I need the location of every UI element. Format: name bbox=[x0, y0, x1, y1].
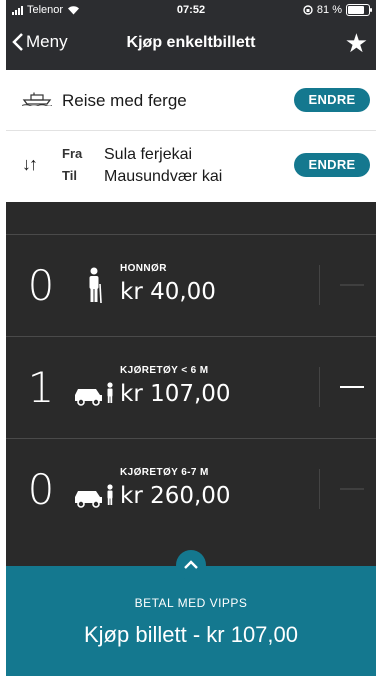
ticket-price: kr 107,00 bbox=[120, 381, 231, 407]
page-title: Kjøp enkeltbillett bbox=[126, 34, 256, 51]
chevron-up-icon[interactable] bbox=[176, 550, 206, 580]
status-bar: Telenor 07:52 81 % bbox=[6, 0, 376, 20]
navigation-bar: Meny Kjøp enkeltbillett ★ bbox=[6, 24, 376, 70]
swap-direction-icon[interactable]: ↓↑ bbox=[22, 154, 38, 175]
change-route-button[interactable]: ENDRE bbox=[294, 153, 370, 177]
minus-icon bbox=[340, 488, 364, 490]
ticket-name: HONNØR bbox=[120, 263, 167, 274]
app-screen: Telenor 07:52 81 % Meny Kjøp enkeltbille… bbox=[0, 0, 380, 676]
ticket-name: KJØRETØY 6-7 M bbox=[120, 467, 209, 478]
ticket-price: kr 260,00 bbox=[120, 483, 231, 509]
top-bar: Telenor 07:52 81 % Meny Kjøp enkeltbille… bbox=[6, 0, 376, 70]
ticket-row-vehicle-6-7m: 0 KJØRETØY 6-7 M kr 260,00 bbox=[6, 438, 376, 541]
from-value: Sula ferjekai bbox=[104, 146, 193, 163]
orientation-lock-icon bbox=[303, 5, 313, 15]
buy-label: Kjøp billett - kr 107,00 bbox=[6, 622, 376, 648]
star-icon[interactable]: ★ bbox=[345, 30, 368, 56]
ticket-list: 0 HONNØR kr 40,00 1 KJØRETØY < 6 M kr 10… bbox=[6, 202, 376, 566]
battery-icon bbox=[346, 4, 372, 16]
to-key: Til bbox=[62, 168, 77, 183]
battery-percent: 81 % bbox=[316, 4, 342, 16]
decrease-vehicle-6-7m-button[interactable] bbox=[319, 469, 376, 509]
buy-text: Kjøp billett bbox=[83, 622, 187, 647]
elderly-person-icon bbox=[89, 267, 102, 304]
ticket-quantity: 0 bbox=[27, 261, 55, 310]
travel-mode-row: Reise med ferge ENDRE bbox=[6, 70, 376, 131]
decrease-vehicle-under-6m-button[interactable] bbox=[319, 367, 376, 407]
minus-icon bbox=[340, 386, 364, 388]
minus-icon bbox=[340, 284, 364, 286]
from-key: Fra bbox=[62, 146, 83, 161]
ticket-price: kr 40,00 bbox=[120, 279, 216, 305]
ferry-icon bbox=[22, 92, 52, 106]
route-row: ↓↑ Fra Sula ferjekai Til Mausundvær kai … bbox=[6, 130, 376, 202]
buy-ticket-button[interactable]: BETAL MED VIPPS Kjøp billett - kr 107,00 bbox=[6, 550, 376, 676]
trip-section: Reise med ferge ENDRE ↓↑ Fra Sula ferjek… bbox=[6, 70, 376, 202]
ticket-quantity: 1 bbox=[27, 363, 55, 412]
buy-total: kr 107,00 bbox=[206, 622, 298, 647]
ticket-row-honnor: 0 HONNØR kr 40,00 bbox=[6, 234, 376, 337]
ticket-quantity: 0 bbox=[27, 465, 55, 514]
car-with-driver-icon bbox=[75, 484, 113, 508]
ticket-name: KJØRETØY < 6 M bbox=[120, 365, 209, 376]
decrease-honnor-button[interactable] bbox=[319, 265, 376, 305]
travel-mode-label: Reise med ferge bbox=[62, 91, 187, 110]
change-travel-mode-button[interactable]: ENDRE bbox=[294, 88, 370, 112]
to-value: Mausundvær kai bbox=[104, 168, 223, 185]
ticket-row-vehicle-under-6m: 1 KJØRETØY < 6 M kr 107,00 bbox=[6, 336, 376, 439]
payment-method-label: BETAL MED VIPPS bbox=[134, 596, 248, 610]
car-with-driver-icon bbox=[75, 382, 113, 406]
buy-separator: - bbox=[186, 622, 207, 647]
